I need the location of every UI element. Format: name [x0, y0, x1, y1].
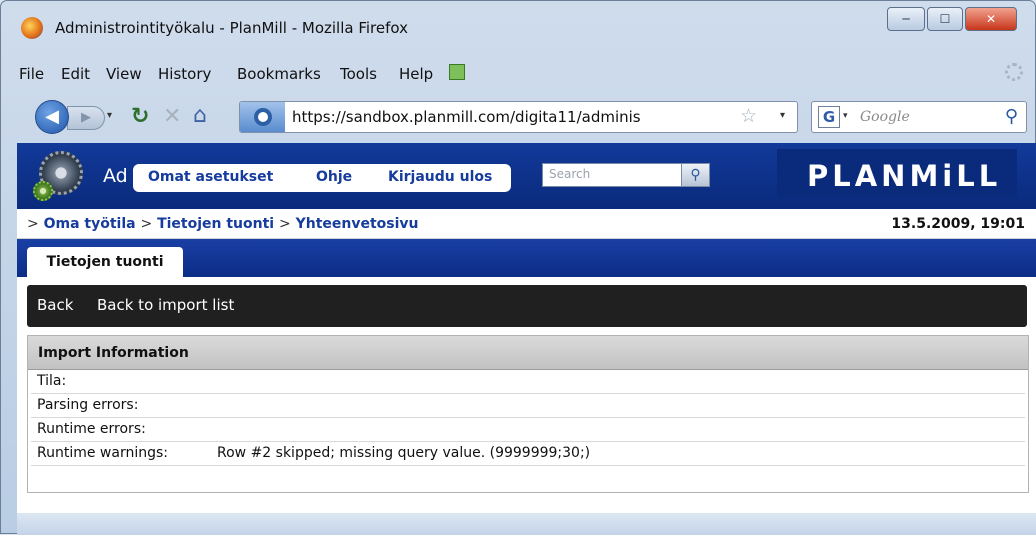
- breadcrumb-oma-tyotila[interactable]: Oma työtila: [44, 216, 136, 232]
- menu-history[interactable]: History: [158, 65, 211, 83]
- breadcrumb-prefix: >: [27, 216, 39, 232]
- info-label: Runtime errors:: [37, 421, 146, 437]
- menu-tools[interactable]: Tools: [340, 65, 377, 83]
- browser-search-placeholder[interactable]: Google: [860, 109, 910, 125]
- browser-search-box[interactable]: G ▾ Google ⚲: [811, 101, 1027, 133]
- panel-header: Import Information: [28, 336, 1028, 370]
- home-icon[interactable]: ⌂: [193, 103, 207, 128]
- breadcrumb-row: > Oma työtila > Tietojen tuonti > Yhteen…: [27, 216, 419, 232]
- page-search-placeholder: Search: [549, 167, 591, 181]
- info-row-runtime-errors: Runtime errors:: [31, 418, 1025, 442]
- search-icon[interactable]: ⚲: [1005, 106, 1018, 127]
- link-omat-asetukset[interactable]: Omat asetukset: [148, 169, 273, 185]
- current-datetime: 13.5.2009, 19:01: [891, 216, 1025, 232]
- forward-button[interactable]: ▶: [67, 106, 105, 130]
- menu-edit[interactable]: Edit: [61, 65, 90, 83]
- header-links: Omat asetukset Ohje Kirjaudu ulos: [133, 164, 511, 192]
- site-identity-icon: [254, 108, 272, 126]
- history-dropdown-icon[interactable]: ▾: [107, 110, 112, 121]
- site-identity-button[interactable]: [240, 102, 285, 132]
- app-title: Ad: [103, 165, 128, 187]
- small-gear-icon: [33, 181, 53, 201]
- menu-view[interactable]: View: [106, 65, 142, 83]
- info-row-runtime-warnings: Runtime warnings: Row #2 skipped; missin…: [31, 442, 1025, 466]
- url-dropdown-icon[interactable]: ▾: [780, 110, 785, 121]
- back-action[interactable]: Back: [37, 296, 73, 314]
- planmill-logo: PLANMiLL: [807, 159, 1002, 193]
- navigation-toolbar: ▶ ◀ ▾ ↻ ✕ ⌂ https://sandbox.planmill.com…: [13, 98, 1027, 138]
- stop-icon[interactable]: ✕: [163, 104, 181, 129]
- link-ohje[interactable]: Ohje: [316, 169, 352, 185]
- breadcrumb-separator: >: [140, 216, 153, 232]
- breadcrumb-yhteenvetosivu[interactable]: Yhteenvetosivu: [296, 216, 419, 232]
- info-value: Row #2 skipped; missing query value. (99…: [217, 445, 591, 461]
- search-engine-dropdown-icon[interactable]: ▾: [843, 111, 848, 121]
- breadcrumb-tietojen-tuonti[interactable]: Tietojen tuonti: [157, 216, 274, 232]
- window-title: Administrointityökalu - PlanMill - Mozil…: [55, 19, 408, 37]
- info-row-tila: Tila:: [31, 370, 1025, 394]
- info-label: Runtime warnings:: [37, 445, 168, 461]
- breadcrumb: > Oma työtila > Tietojen tuonti > Yhteen…: [17, 209, 1036, 239]
- back-button[interactable]: ◀: [35, 100, 69, 134]
- firefox-icon: [21, 17, 43, 39]
- page-search-input[interactable]: Search: [542, 163, 682, 187]
- reload-icon[interactable]: ↻: [131, 104, 149, 129]
- menu-bar: File Edit View History Bookmarks Tools H…: [13, 61, 1027, 87]
- title-bar: Administrointityökalu - PlanMill - Mozil…: [1, 1, 1036, 49]
- addon-icon[interactable]: [449, 64, 465, 80]
- panel-title: Import Information: [38, 345, 189, 361]
- throbber-icon: [1005, 63, 1023, 81]
- maximize-button[interactable]: ☐: [927, 7, 963, 31]
- url-bar[interactable]: https://sandbox.planmill.com/digita11/ad…: [239, 101, 798, 133]
- info-label: Tila:: [37, 373, 67, 389]
- menu-file[interactable]: File: [19, 65, 44, 83]
- import-information-panel: Import Information Tila: Parsing errors:…: [27, 335, 1029, 493]
- planmill-header: Ad Omat asetukset Ohje Kirjaudu ulos Sea…: [17, 143, 1036, 209]
- info-row-parsing-errors: Parsing errors:: [31, 394, 1025, 418]
- status-bar: [17, 513, 1036, 535]
- browser-window: Administrointityökalu - PlanMill - Mozil…: [0, 0, 1036, 535]
- tab-tietojen-tuonti[interactable]: Tietojen tuonti: [27, 247, 183, 277]
- bookmark-star-icon[interactable]: ☆: [740, 105, 757, 127]
- url-text[interactable]: https://sandbox.planmill.com/digita11/ad…: [292, 108, 742, 126]
- minimize-button[interactable]: ─: [887, 7, 925, 31]
- breadcrumb-separator: >: [278, 216, 291, 232]
- close-button[interactable]: ✕: [965, 7, 1017, 31]
- menu-help[interactable]: Help: [399, 65, 433, 83]
- page-content: Ad Omat asetukset Ohje Kirjaudu ulos Sea…: [17, 143, 1036, 513]
- tab-bar: Tietojen tuonti: [17, 239, 1036, 277]
- back-to-import-list-action[interactable]: Back to import list: [97, 296, 234, 314]
- page-search-button[interactable]: ⚲: [682, 163, 710, 187]
- link-kirjaudu-ulos[interactable]: Kirjaudu ulos: [388, 169, 492, 185]
- google-icon[interactable]: G: [818, 106, 840, 128]
- menu-bookmarks[interactable]: Bookmarks: [237, 65, 321, 83]
- action-bar: Back Back to import list: [27, 285, 1027, 327]
- info-label: Parsing errors:: [37, 397, 139, 413]
